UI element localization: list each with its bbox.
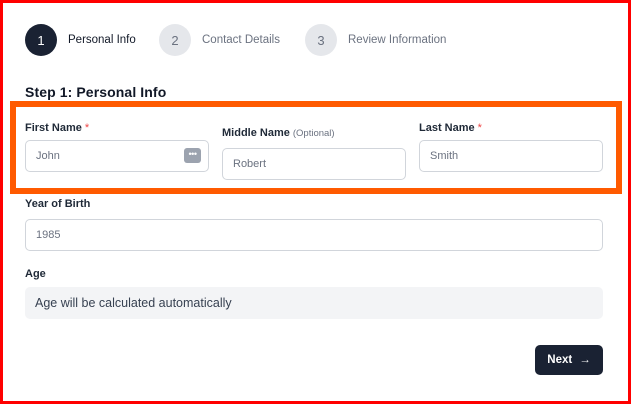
next-button-label: Next — [547, 354, 573, 366]
step-label: Review Information — [348, 34, 447, 46]
arrow-right-icon: → — [579, 354, 591, 366]
step-label: Contact Details — [202, 34, 280, 46]
next-button[interactable]: Next → — [535, 345, 603, 375]
form-title: Step 1: Personal Info — [25, 84, 167, 100]
step-label: Personal Info — [68, 34, 136, 46]
step-contact-details[interactable]: 2 Contact Details — [159, 24, 280, 56]
year-of-birth-label: Year of Birth — [25, 198, 91, 210]
age-field: Age will be calculated automatically — [25, 287, 603, 319]
screenshot-frame — [0, 0, 631, 404]
highlight-box — [10, 101, 622, 194]
step-personal-info[interactable]: 1 Personal Info — [25, 24, 136, 56]
step-review-information[interactable]: 3 Review Information — [305, 24, 446, 56]
year-of-birth-input[interactable]: 1985 — [25, 219, 603, 251]
age-label: Age — [25, 268, 46, 280]
age-value: Age will be calculated automatically — [35, 296, 232, 310]
step-number: 2 — [159, 24, 191, 56]
year-of-birth-placeholder: 1985 — [36, 229, 61, 241]
step-number: 1 — [25, 24, 57, 56]
step-number: 3 — [305, 24, 337, 56]
